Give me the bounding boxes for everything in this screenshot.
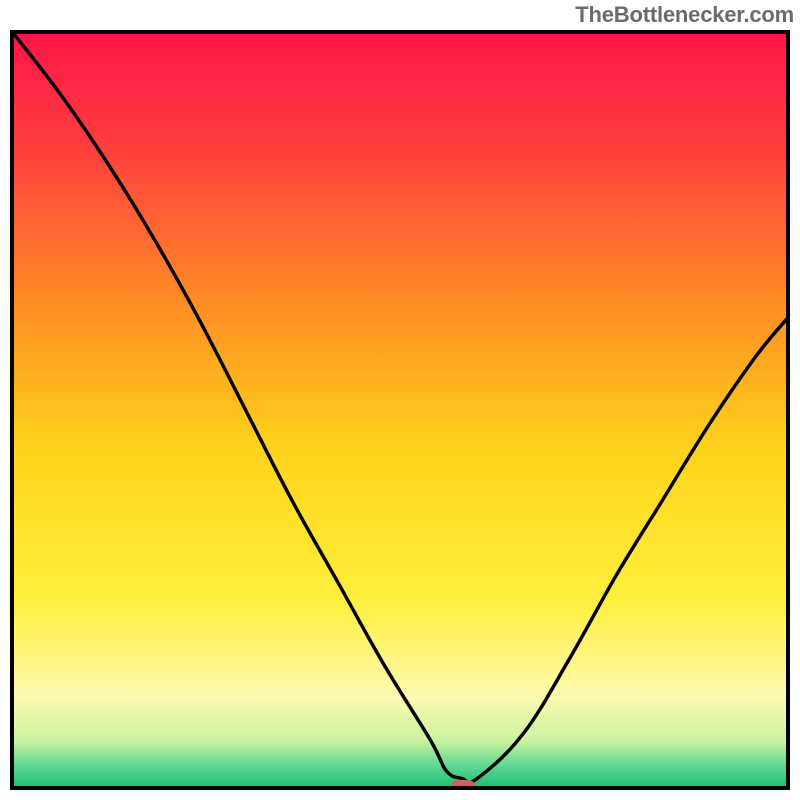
chart-frame [10, 30, 790, 790]
optimal-point-marker [450, 780, 476, 790]
watermark-text: TheBottlenecker.com [575, 2, 794, 28]
bottleneck-curve [14, 34, 786, 786]
